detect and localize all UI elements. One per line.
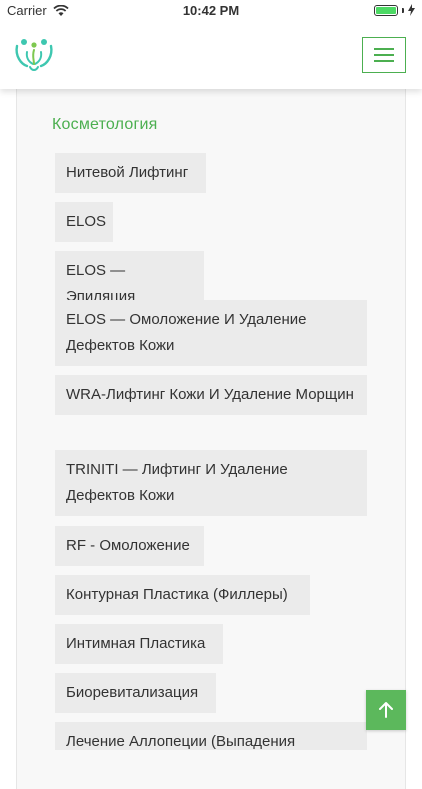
menu-bar [374,54,394,56]
family-logo-icon[interactable] [13,34,55,74]
service-tag[interactable]: WRA-Лифтинг Кожи И Удаление Морщин [55,375,367,415]
section-title: Косметология [52,116,158,133]
service-tag[interactable]: Нитевой Лифтинг [55,153,206,193]
service-tag[interactable]: TRINITI — Лифтинг И Удаление Дефектов Ко… [55,450,367,516]
status-time: 10:42 PM [182,3,240,18]
service-tag[interactable]: Интимная Пластика [55,624,223,664]
service-tag[interactable]: ELOS — Омоложение И Удаление Дефектов Ко… [55,300,367,366]
scroll-to-top-button[interactable] [366,690,406,730]
site-header [0,22,422,89]
battery-tip [402,7,404,13]
status-right [374,4,415,16]
service-tag[interactable]: Лечение Аллопеции (Выпадения [55,722,367,750]
hamburger-menu-button[interactable] [362,37,406,73]
service-tag[interactable]: Биоревитализация [55,673,216,713]
battery-icon [374,4,398,16]
service-tag[interactable]: ELOS [55,202,113,242]
service-tag[interactable]: Контурная Пластика (Филлеры) [55,575,310,615]
charging-bolt-icon [408,4,415,16]
status-bar: Carrier 10:42 PM [0,0,422,22]
arrow-up-icon [379,702,393,718]
service-tag[interactable]: RF - Омоложение [55,526,204,566]
menu-bar [374,48,394,50]
menu-bar [374,60,394,62]
